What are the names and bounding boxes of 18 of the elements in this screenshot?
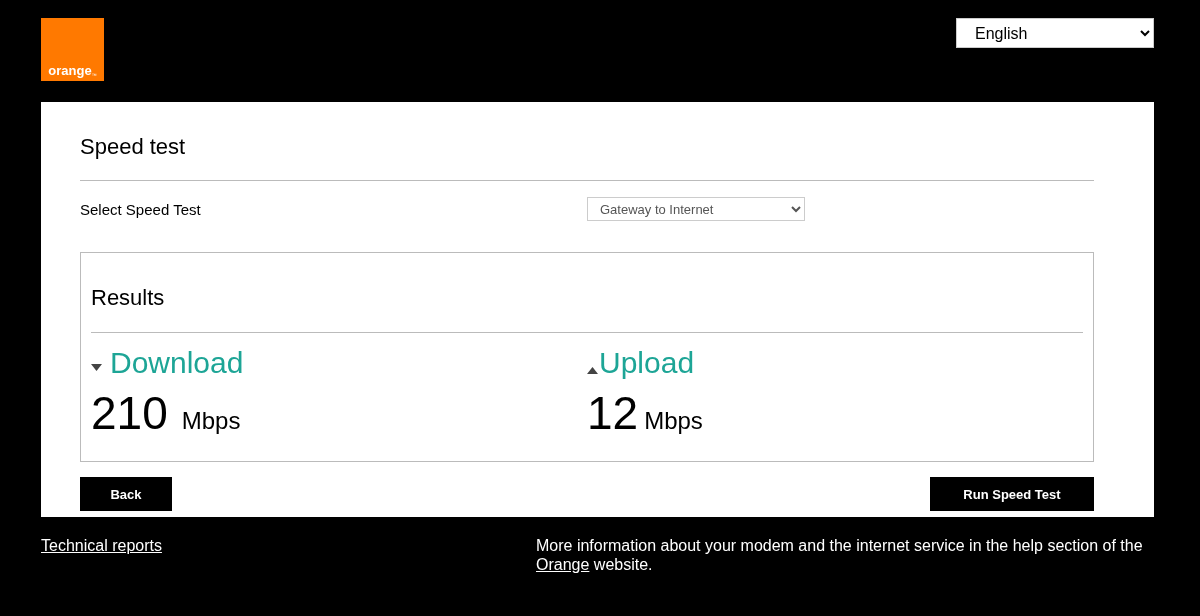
result-heading: Download [110,345,244,381]
technical-reports-link[interactable]: Technical reports [41,536,162,574]
back-button[interactable]: Back [80,477,172,511]
field-label: Select Speed Test [80,200,202,218]
help-text: More information about your modem and the internet service in the help section of the Orange website. [536,536,1144,574]
run-speed-test-button[interactable]: Run Speed Test [930,477,1094,511]
page-title: Speed test [80,134,187,160]
language-select[interactable]: English [956,18,1154,48]
down-arrow-icon [91,363,102,371]
speed-unit: Mbps [644,407,703,435]
results-title: Results [91,285,166,311]
speed-unit: Mbps [181,407,241,435]
speed-test-select[interactable]: Gateway to Internet [587,197,805,221]
speed-value: 12 [587,387,639,439]
result-heading: Upload [599,345,695,381]
speed-value: 210 [91,387,168,439]
website-link[interactable]: Orange [536,556,590,573]
up-arrow-icon [587,366,598,374]
